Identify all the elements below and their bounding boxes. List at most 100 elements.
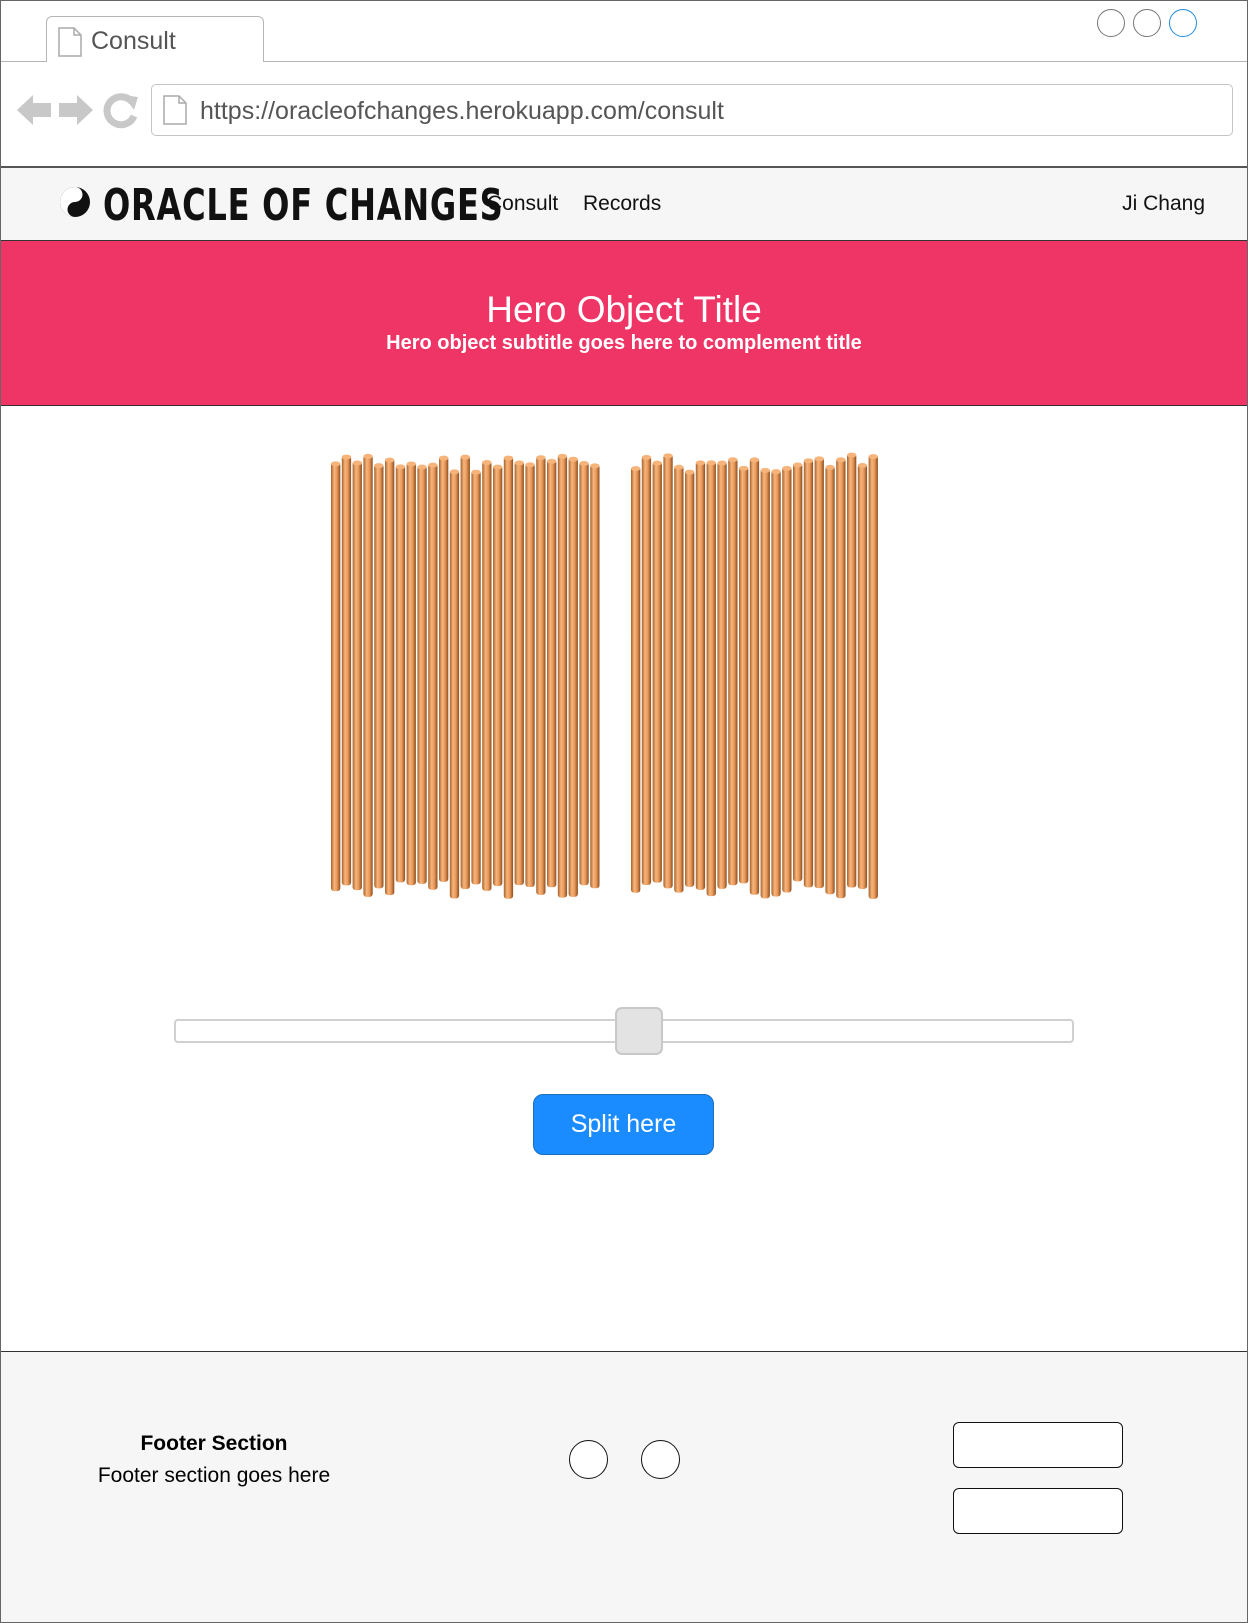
footer-input-2[interactable] xyxy=(953,1488,1123,1534)
page-icon xyxy=(162,95,188,130)
yarrow-stick-cap xyxy=(717,460,727,466)
footer: Footer Section Footer section goes here xyxy=(1,1351,1247,1622)
yarrow-stick-cap xyxy=(471,469,481,475)
hero-title: Hero Object Title xyxy=(486,289,762,330)
yarrow-stick-cap xyxy=(374,463,384,469)
yarrow-stick-cap xyxy=(503,455,514,461)
hero-banner: Hero Object Title Hero object subtitle g… xyxy=(1,241,1247,406)
document-icon xyxy=(57,27,83,62)
yarrow-stick-cap xyxy=(439,455,449,461)
browser-toolbar: https://oracleofchanges.herokuapp.com/co… xyxy=(1,62,1247,167)
yarrow-stick xyxy=(449,469,460,899)
yarrow-stick xyxy=(652,461,662,883)
forward-arrow-icon[interactable] xyxy=(59,95,93,125)
yarrow-stick xyxy=(536,455,546,895)
tab-strip: Consult xyxy=(1,1,1247,62)
yarrow-stick xyxy=(760,468,770,899)
yarrow-stick xyxy=(352,460,362,891)
yarrow-stick xyxy=(471,470,481,885)
yarrow-stick-cap xyxy=(406,461,416,467)
yarrow-stick xyxy=(847,453,857,888)
yarrow-stick xyxy=(814,456,824,889)
yarrow-stick xyxy=(547,459,557,888)
yarrow-stick xyxy=(482,460,492,891)
yarrow-stick xyxy=(728,457,738,886)
browser-tab[interactable]: Consult xyxy=(46,16,264,62)
yarrow-stick-cap xyxy=(547,458,557,464)
footer-social-icon-2[interactable] xyxy=(641,1440,680,1479)
yarrow-stick-cap xyxy=(525,462,535,468)
back-arrow-icon[interactable] xyxy=(17,95,51,125)
yarrow-stick-cap xyxy=(579,460,589,466)
yarrow-stick xyxy=(717,461,727,889)
window-maximize-button[interactable] xyxy=(1133,9,1161,37)
yarrow-stick-cap xyxy=(685,469,695,475)
yarrow-stick xyxy=(525,462,535,887)
address-bar[interactable]: https://oracleofchanges.herokuapp.com/co… xyxy=(151,84,1233,136)
yarrow-stick-cap xyxy=(739,465,749,471)
footer-title: Footer Section xyxy=(140,1432,288,1455)
yarrow-stick-cap xyxy=(331,461,341,467)
yarrow-stick xyxy=(685,470,695,887)
user-menu[interactable]: Ji Chang xyxy=(1122,192,1205,216)
yarrow-stick-cap xyxy=(706,460,716,466)
yarrow-stick xyxy=(460,455,470,889)
yarrow-stick xyxy=(706,460,716,897)
yarrow-stick-cap xyxy=(663,453,673,459)
yarrow-stick xyxy=(493,465,503,887)
split-here-button[interactable]: Split here xyxy=(533,1094,714,1155)
yarrow-stick-cap xyxy=(514,460,524,466)
yarrow-stick-cap xyxy=(449,469,460,475)
yarrow-stick-cap xyxy=(590,463,600,469)
yarrow-stick-cap xyxy=(836,457,846,463)
yarrow-stick xyxy=(825,465,835,895)
yarrow-stick xyxy=(695,460,706,890)
url-text: https://oracleofchanges.herokuapp.com/co… xyxy=(200,97,724,125)
nav-link-consult[interactable]: Consult xyxy=(487,192,558,216)
yarrow-stick xyxy=(568,457,578,897)
yarrow-stick-cap xyxy=(341,454,352,460)
yarrow-stick xyxy=(641,455,652,886)
yarrow-stick xyxy=(739,466,749,884)
yarrow-stick xyxy=(363,454,373,897)
yin-yang-icon xyxy=(59,183,93,226)
yarrow-stick-cap xyxy=(557,453,568,459)
window-minimize-button[interactable] xyxy=(1097,9,1125,37)
brand-logo-text[interactable]: ORACLE OF CHANGES xyxy=(103,180,504,231)
yarrow-stick xyxy=(590,463,600,889)
footer-input-1[interactable] xyxy=(953,1422,1123,1468)
yarrow-stick xyxy=(836,457,846,899)
yarrow-stick xyxy=(385,458,395,896)
yarrow-stick-cap xyxy=(782,465,792,471)
yarrow-stick xyxy=(417,465,427,884)
yarrow-stick xyxy=(782,466,792,893)
yarrow-stick xyxy=(868,454,878,899)
yarrow-stick-cap xyxy=(493,464,503,470)
yarrow-stick xyxy=(803,458,814,888)
yarrow-stick xyxy=(514,461,524,886)
yarrow-stick-cap xyxy=(803,458,814,464)
split-slider-thumb[interactable] xyxy=(615,1007,663,1055)
yarrow-stick xyxy=(579,461,589,886)
yarrow-stick-cap xyxy=(847,452,857,458)
yarrow-stick-cap xyxy=(482,460,492,466)
yarrow-stick-cap xyxy=(460,454,470,460)
yarrow-stick-cap xyxy=(536,455,546,461)
yarrow-stick-cap xyxy=(749,457,760,463)
footer-text: Footer section goes here xyxy=(97,1464,331,1487)
browser-window: Consult https://oracleofchanges.herokuap… xyxy=(0,0,1248,1623)
yarrow-stick xyxy=(557,454,568,898)
yarrow-stick-cap xyxy=(771,469,781,475)
yarrow-stick xyxy=(674,465,684,893)
nav-link-records[interactable]: Records xyxy=(583,192,661,216)
site-header: ORACLE OF CHANGES Consult Records Ji Cha… xyxy=(1,168,1247,241)
yarrow-stick-cap xyxy=(363,453,373,459)
window-close-button[interactable] xyxy=(1169,9,1197,37)
yarrow-stick xyxy=(749,457,760,895)
yarrow-stick xyxy=(395,464,406,883)
yarrow-stick-cap xyxy=(825,464,835,470)
yarrow-stick-cap xyxy=(857,463,868,469)
footer-social-icon-1[interactable] xyxy=(569,1440,608,1479)
yarrow-stick-cap xyxy=(868,454,878,460)
reload-icon[interactable] xyxy=(103,93,138,129)
